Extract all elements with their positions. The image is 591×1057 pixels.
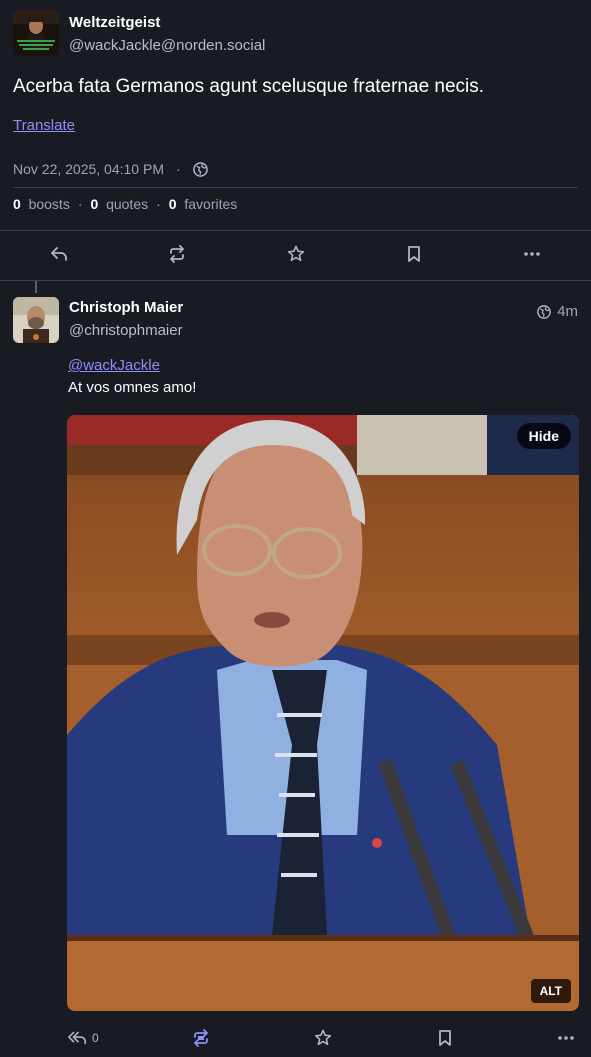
divider [0,280,591,281]
bookmark-icon [435,1028,455,1048]
post-action-bar [0,230,591,278]
stat-separator: · [156,196,161,212]
reply-all-icon [68,1028,88,1048]
media-attachment[interactable]: Hide ALT [67,415,579,1011]
avatar[interactable] [13,10,59,56]
relative-time[interactable]: 4m [557,303,578,320]
account-handle[interactable]: @wackJackle@norden.social [69,37,265,54]
translate-link[interactable]: Translate [13,117,75,134]
star-icon [286,244,306,264]
star-icon [313,1028,333,1048]
post-timestamp[interactable]: Nov 22, 2025, 04:10 PM [13,161,164,177]
alt-text-badge[interactable]: ALT [530,979,571,1003]
boost-button[interactable] [118,230,236,278]
favorite-button[interactable] [313,1028,333,1048]
bookmark-icon [404,244,424,264]
more-button[interactable] [556,1028,576,1048]
more-icon [522,244,542,264]
account-handle[interactable]: @christophmaier [69,322,183,339]
boost-icon [191,1028,211,1048]
bookmark-button[interactable] [435,1028,455,1048]
reply-button[interactable] [0,230,118,278]
stat-separator: · [77,196,83,212]
display-name[interactable]: Christoph Maier [69,299,183,316]
favorite-button[interactable] [236,230,354,278]
quotes-stat[interactable]: 0 quotes [91,196,149,212]
boosts-stat[interactable]: 0 boosts [13,196,70,212]
mention-link[interactable]: @wackJackle [68,357,160,374]
globe-icon [537,304,551,319]
reply-count: 0 [92,1031,99,1045]
reply-action-bar: 0 [0,1018,591,1057]
favorites-stat[interactable]: 0 favorites [169,196,238,212]
post-time[interactable]: 4m [537,303,578,320]
divider [13,187,578,188]
post-stats: 0 boosts · 0 quotes · 0 favorites [13,196,237,212]
hide-media-button[interactable]: Hide [516,423,571,449]
meta-separator: · [176,161,181,177]
post-content: At vos omnes amo! [68,379,197,396]
reply-all-button[interactable]: 0 [68,1028,99,1048]
avatar[interactable] [13,297,59,343]
thread-connector [35,281,37,293]
bookmark-button[interactable] [355,230,473,278]
display-name[interactable]: Weltzeitgeist [69,14,160,31]
boost-button[interactable] [191,1028,211,1048]
globe-icon [192,161,208,177]
post-content: Acerba fata Germanos agunt scelusque fra… [13,76,485,97]
media-image [67,415,579,1011]
more-button[interactable] [473,230,591,278]
post-meta: Nov 22, 2025, 04:10 PM · [13,161,208,177]
reply-icon [49,244,69,264]
more-icon [556,1028,576,1048]
boost-icon [167,244,187,264]
